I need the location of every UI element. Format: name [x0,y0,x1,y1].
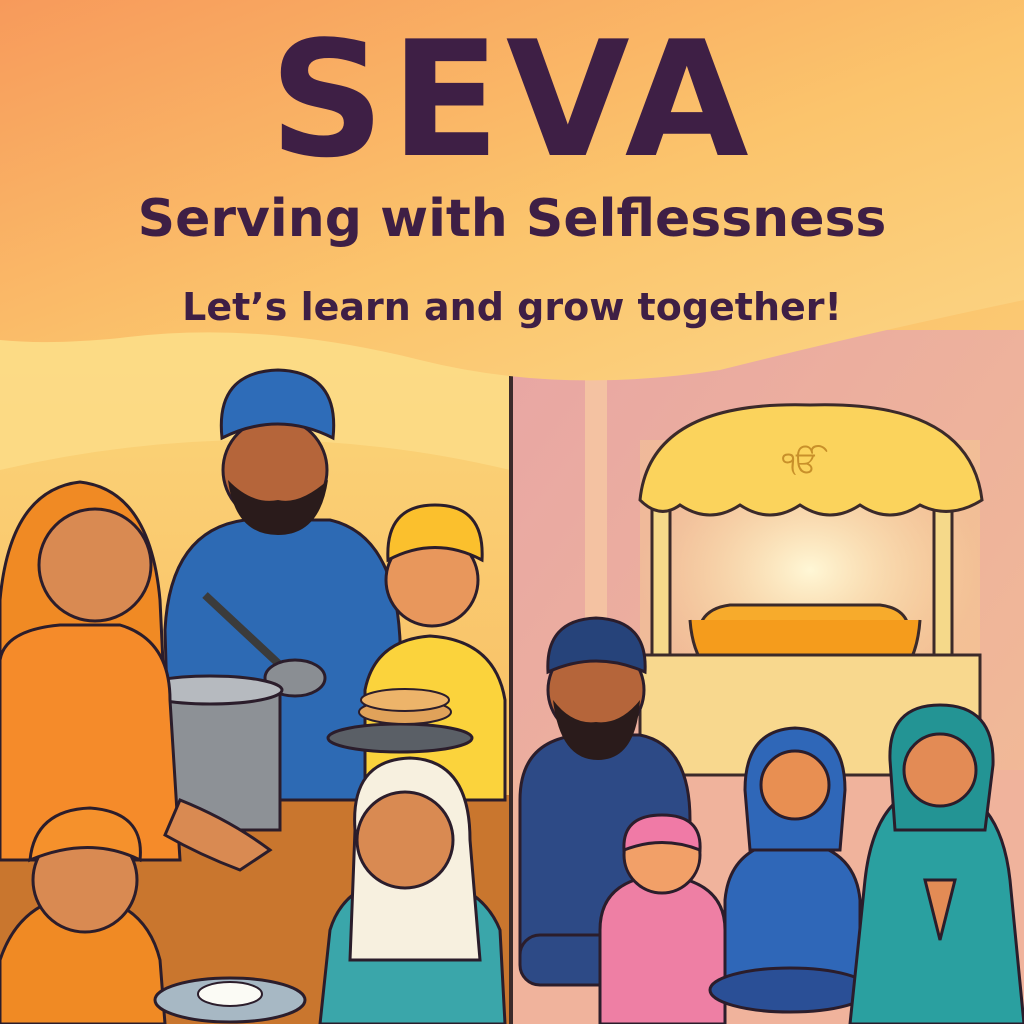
plate-of-roti [326,722,474,754]
seva-poster: ੴ SEVA Serving with Selflessness Let’s l… [0,0,1024,1024]
gurdwara-scene: ੴ [512,330,1024,1024]
langar-scene [0,330,510,1024]
poster-tagline: Let’s learn and grow together! [182,285,842,329]
poster-subtitle: Serving with Selflessness [137,189,887,249]
poster-title: SEVA [269,6,755,193]
